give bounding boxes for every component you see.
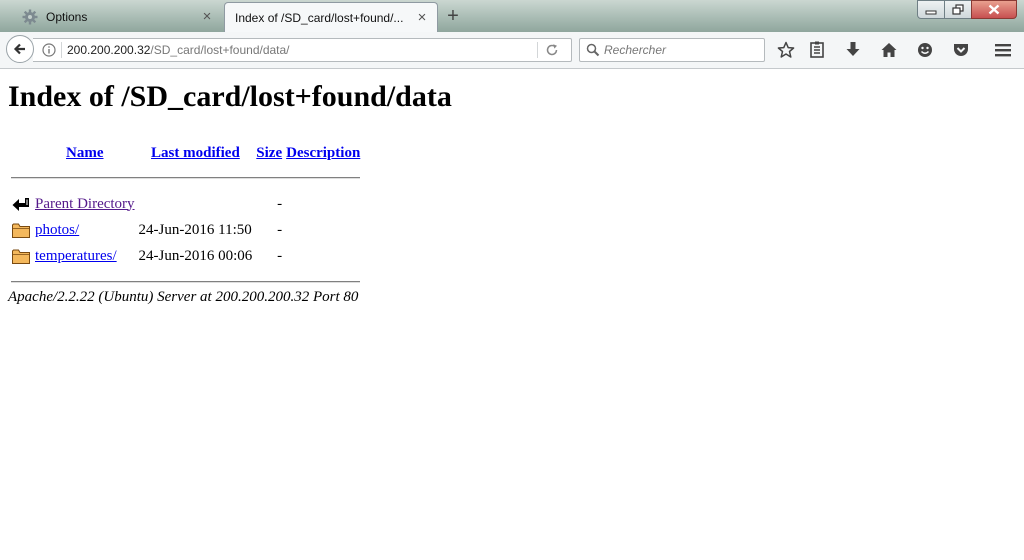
minimize-button[interactable] xyxy=(917,0,945,19)
restore-icon xyxy=(952,4,964,15)
table-row: Parent Directory - xyxy=(10,192,361,216)
reading-list-icon xyxy=(810,41,824,58)
sort-by-size-link[interactable]: Size xyxy=(256,145,282,161)
column-header-last-modified: Last modified xyxy=(138,142,254,164)
modified-cell: 24-Jun-2016 11:50 xyxy=(138,221,252,238)
url-separator xyxy=(61,42,62,58)
close-icon[interactable]: × xyxy=(415,10,429,25)
parent-directory-link[interactable]: Parent Directory xyxy=(35,196,135,212)
description-cell xyxy=(285,218,361,242)
column-header-size: Size xyxy=(255,142,283,164)
tab-label: Options xyxy=(46,10,88,24)
tab-index[interactable]: Index of /SD_card/lost+found/... × xyxy=(224,2,438,32)
icon-cell xyxy=(10,192,32,216)
folder-icon xyxy=(12,223,30,238)
minimize-icon xyxy=(925,10,937,14)
folder-link-temperatures[interactable]: temperatures/ xyxy=(35,248,117,264)
description-cell xyxy=(285,244,361,268)
close-icon xyxy=(988,4,1000,15)
menu-button[interactable] xyxy=(993,40,1013,60)
size-cell: - xyxy=(277,195,283,212)
search-bar[interactable] xyxy=(579,38,765,62)
restore-button[interactable] xyxy=(944,0,972,19)
new-tab-button[interactable]: + xyxy=(444,6,462,26)
column-header-description: Description xyxy=(285,142,361,164)
page-content: Index of /SD_card/lost+found/data Name L… xyxy=(0,70,1024,560)
back-button[interactable] xyxy=(6,35,34,63)
name-cell: temperatures/ xyxy=(34,244,136,268)
url-text[interactable]: 200.200.200.32/SD_card/lost+found/data/ xyxy=(67,43,290,57)
size-cell: - xyxy=(277,247,283,264)
table-row: photos/ 24-Jun-2016 11:50 - xyxy=(10,218,361,242)
url-path: /SD_card/lost+found/data/ xyxy=(150,43,290,57)
folder-link-photos[interactable]: photos/ xyxy=(35,222,79,238)
separator-cell xyxy=(10,166,361,190)
size-cell: - xyxy=(277,221,283,238)
url-bar[interactable]: 200.200.200.32/SD_card/lost+found/data/ xyxy=(33,38,572,62)
info-icon[interactable] xyxy=(42,43,56,57)
browser-titlebar: Options × Index of /SD_card/lost+found/.… xyxy=(0,0,1024,32)
pocket-button[interactable] xyxy=(951,40,971,60)
download-icon xyxy=(846,42,860,56)
directory-listing: Name Last modified Size Description Pare… xyxy=(8,140,363,296)
sort-by-last-modified-link[interactable]: Last modified xyxy=(151,145,240,161)
pocket-icon xyxy=(954,44,968,56)
url-separator xyxy=(537,42,538,58)
reading-list-button[interactable] xyxy=(807,40,827,60)
smiley-icon xyxy=(918,43,932,57)
name-cell: Parent Directory xyxy=(34,192,136,216)
home-button[interactable] xyxy=(879,40,899,60)
downloads-button[interactable] xyxy=(843,40,863,60)
hello-button[interactable] xyxy=(915,40,935,60)
reload-icon[interactable] xyxy=(545,43,559,57)
tab-label: Index of /SD_card/lost+found/... xyxy=(235,10,404,25)
menu-icon xyxy=(995,44,1011,57)
table-header-row: Name Last modified Size Description xyxy=(10,142,361,164)
horizontal-rule xyxy=(11,177,361,179)
search-icon xyxy=(586,43,600,57)
page-title: Index of /SD_card/lost+found/data xyxy=(8,80,452,113)
folder-icon xyxy=(12,249,30,264)
icon-cell xyxy=(10,244,32,268)
sort-by-name-link[interactable]: Name xyxy=(66,145,104,161)
sort-by-description-link[interactable]: Description xyxy=(286,145,360,161)
url-host: 200.200.200.32 xyxy=(67,43,151,57)
horizontal-rule xyxy=(11,281,361,283)
star-icon xyxy=(777,41,795,58)
server-signature: Apache/2.2.22 (Ubuntu) Server at 200.200… xyxy=(8,289,359,305)
modified-cell xyxy=(138,192,254,216)
window-close-button[interactable] xyxy=(971,0,1017,19)
table-row: temperatures/ 24-Jun-2016 00:06 - xyxy=(10,244,361,268)
column-header-name: Name xyxy=(34,142,136,164)
search-input[interactable] xyxy=(604,40,754,60)
description-cell xyxy=(285,192,361,216)
gear-icon xyxy=(22,9,38,25)
tab-options[interactable]: Options × xyxy=(4,2,222,32)
name-cell: photos/ xyxy=(34,218,136,242)
navigation-toolbar: 200.200.200.32/SD_card/lost+found/data/ xyxy=(0,32,1024,69)
modified-cell: 24-Jun-2016 00:06 xyxy=(138,247,253,264)
separator-row xyxy=(10,166,361,190)
close-icon[interactable]: × xyxy=(200,9,214,24)
parent-directory-icon xyxy=(12,198,29,211)
back-arrow-icon xyxy=(13,43,25,55)
icon-column-header xyxy=(10,142,32,164)
icon-cell xyxy=(10,218,32,242)
home-icon xyxy=(881,43,897,57)
bookmark-star-button[interactable] xyxy=(776,40,796,60)
